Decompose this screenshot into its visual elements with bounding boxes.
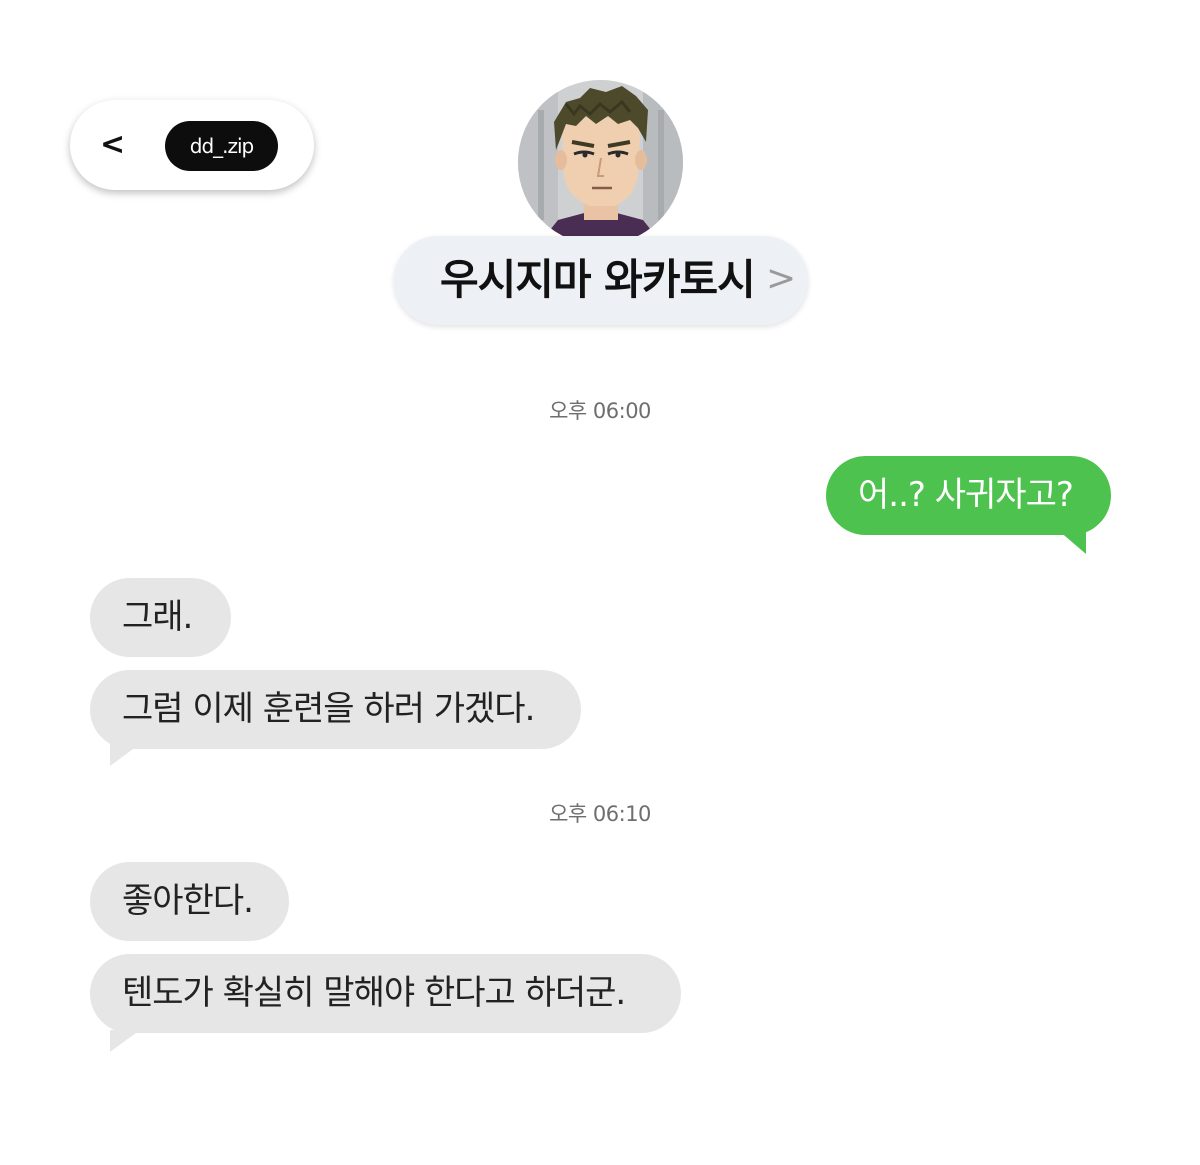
chevron-right-icon[interactable]: > xyxy=(766,256,796,302)
contact-name[interactable]: 우시지마 와카토시 xyxy=(440,252,756,308)
timestamp: 오후 06:10 xyxy=(549,802,651,826)
incoming-bubble-tail xyxy=(110,1030,140,1052)
incoming-bubble-tail xyxy=(110,744,140,766)
avatar-illustration xyxy=(518,80,683,245)
incoming-message-bubble[interactable]: 그럼 이제 훈련을 하러 가겠다. xyxy=(90,670,581,749)
timestamp: 오후 06:00 xyxy=(549,399,651,423)
outgoing-message-bubble[interactable]: 어..? 사귀자고? xyxy=(826,456,1111,535)
incoming-message-bubble[interactable]: 텐도가 확실히 말해야 한다고 하더군. xyxy=(90,954,681,1033)
incoming-message-bubble[interactable]: 좋아한다. xyxy=(90,862,289,941)
incoming-message-bubble[interactable]: 그래. xyxy=(90,578,231,657)
avatar-icon[interactable] xyxy=(518,80,683,245)
handle-chip: dd_.zip xyxy=(165,121,278,171)
outgoing-bubble-tail xyxy=(1058,530,1086,554)
back-chevron-icon[interactable]: < xyxy=(100,128,125,162)
chat-screen: < dd_.zip 우시지마 와카토시 > 오후 06:00 어..? 사귀자고… xyxy=(0,0,1200,1165)
